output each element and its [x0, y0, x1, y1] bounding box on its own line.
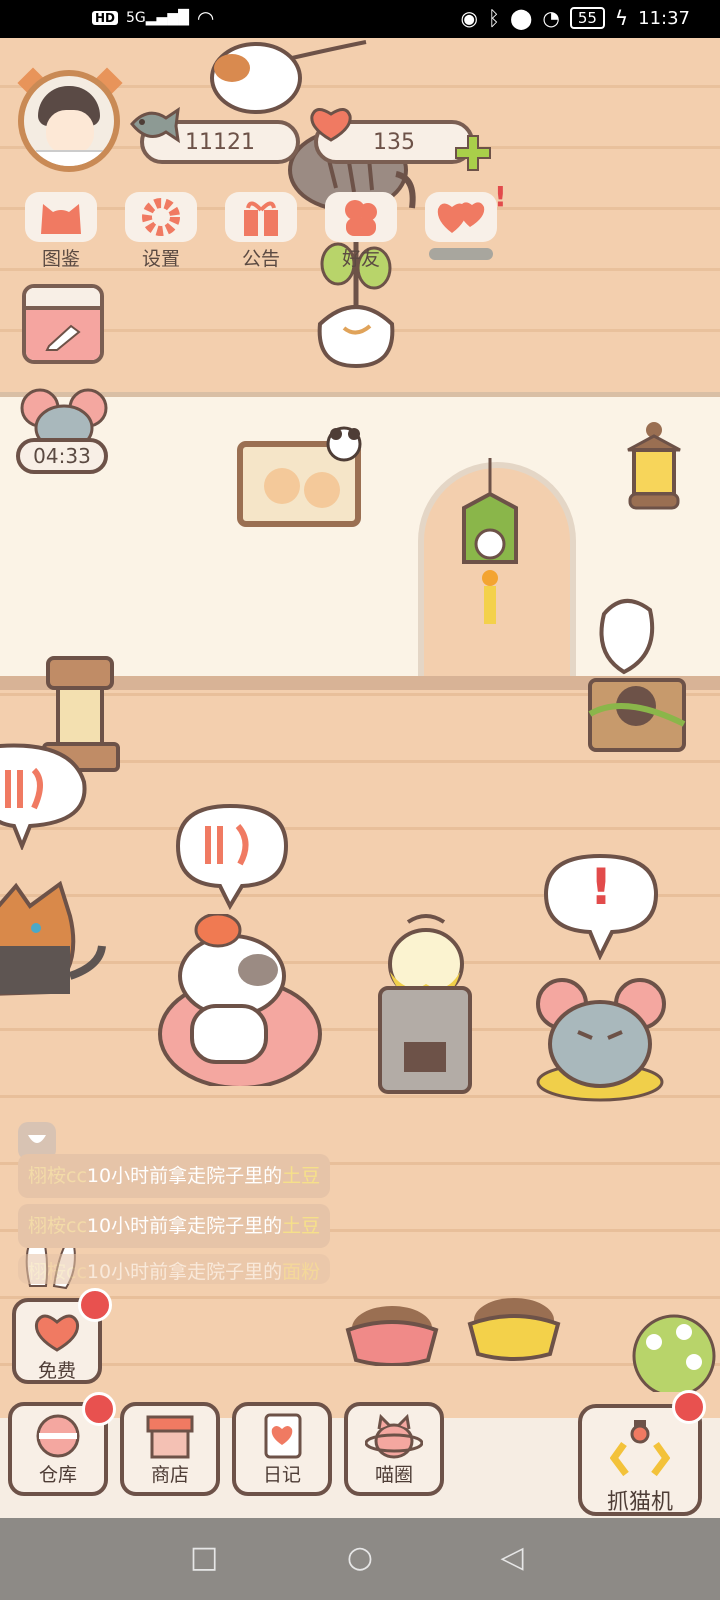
- chat-text: 10小时前拿走院子里的: [86, 1165, 283, 1187]
- wifi-icon: ◠: [196, 6, 215, 30]
- photo-frame[interactable]: [236, 424, 368, 528]
- planet-cat-icon: [364, 1412, 424, 1460]
- hearts-icon: [425, 192, 497, 242]
- food-bowl-yellow[interactable]: [466, 1294, 562, 1362]
- chevron-down-icon: [28, 1135, 46, 1143]
- calendar-button[interactable]: [22, 284, 104, 364]
- friends-icon: [325, 192, 397, 242]
- player-avatar[interactable]: [18, 70, 120, 172]
- system-nav-bar: □ ○ ◁: [0, 1518, 720, 1600]
- warehouse-label: 仓库: [38, 1464, 77, 1486]
- clock: 11:37: [638, 7, 690, 29]
- claw-notification-dot: [672, 1390, 706, 1424]
- avatar-face: [46, 110, 94, 154]
- food-speech-bubble-left[interactable]: [0, 742, 90, 850]
- home-circle-icon[interactable]: ○: [342, 1540, 378, 1576]
- warehouse-icon: [28, 1412, 88, 1460]
- cat-on-cushion-sprite[interactable]: [148, 914, 328, 1086]
- fish-icon: [130, 106, 180, 144]
- heart-token-icon: [310, 108, 352, 142]
- circle-label: 喵圈: [374, 1464, 413, 1486]
- heart-face-icon: [27, 1308, 87, 1356]
- food-bowl-red[interactable]: [344, 1300, 440, 1366]
- signal-icon: 5G▂▄▆█: [126, 10, 189, 26]
- teapot-stove[interactable]: [374, 912, 484, 1098]
- fish-count: 11121: [185, 129, 255, 155]
- diary-button[interactable]: 日记: [232, 1402, 332, 1496]
- hearts-progress-bar: [429, 248, 493, 260]
- chat-message: 栩桉cc10小时前拿走院子里的土豆: [18, 1154, 331, 1198]
- battery-indicator: 55: [569, 7, 605, 29]
- calendar-rings: [26, 288, 100, 310]
- chat-item: 土豆: [282, 1215, 321, 1237]
- chat-user: 栩桉cc: [28, 1165, 87, 1187]
- alert-exclamation: !: [589, 858, 613, 916]
- chat-message: 栩桉cc10小时前拿走院子里的土豆: [18, 1204, 331, 1248]
- circle-button[interactable]: 喵圈: [344, 1402, 444, 1496]
- hearts-alert-badge: !: [494, 180, 507, 213]
- flower-bush: [632, 1314, 716, 1392]
- chat-user: 栩桉cc: [28, 1261, 87, 1283]
- event-timer[interactable]: 04:33: [16, 438, 108, 474]
- hd-badge: HD: [92, 11, 119, 25]
- gear-icon: [125, 192, 197, 242]
- heart-count: 135: [373, 129, 415, 155]
- diary-icon: [252, 1412, 312, 1460]
- chat-user: 栩桉cc: [28, 1215, 87, 1237]
- status-bar: HD 5G▂▄▆█ ◠ ◉ ᛒ ⬤ ◔ 55 ϟ 11:37: [0, 0, 720, 38]
- settings-label: 设置: [141, 248, 180, 270]
- notice-label: 公告: [241, 248, 280, 270]
- diary-label: 日记: [262, 1464, 301, 1486]
- claw-machine-label: 抓猫机: [606, 1490, 673, 1515]
- shop-button[interactable]: 商店: [120, 1402, 220, 1496]
- chat-text: 10小时前拿走院子里的: [86, 1261, 283, 1283]
- charging-icon: ϟ: [614, 6, 629, 30]
- claw-icon: [582, 1416, 698, 1480]
- chat-text: 10小时前拿走院子里的: [86, 1215, 283, 1237]
- atlas-label: 图鉴: [41, 248, 80, 270]
- chat-item: 面粉: [282, 1261, 321, 1283]
- eye-icon: ◉: [460, 6, 478, 30]
- settings-button[interactable]: 设置: [118, 192, 204, 272]
- hanging-charm[interactable]: [456, 458, 526, 628]
- free-notification-dot: [78, 1288, 112, 1322]
- recent-apps-square-icon[interactable]: □: [186, 1540, 222, 1576]
- location-icon: ⬤: [509, 6, 533, 30]
- shop-label: 商店: [150, 1464, 189, 1486]
- shop-icon: [140, 1412, 200, 1460]
- record-player[interactable]: [584, 594, 694, 758]
- calico-cat-sprite[interactable]: [0, 876, 106, 1010]
- add-hearts-plus-icon[interactable]: [454, 134, 492, 172]
- cat-head-icon: [25, 192, 97, 242]
- back-triangle-icon[interactable]: ◁: [494, 1540, 530, 1576]
- chat-item: 土豆: [282, 1165, 321, 1187]
- warehouse-notification-dot: [82, 1392, 116, 1426]
- wall-lantern: [627, 422, 681, 510]
- bluetooth-icon: ᛒ: [487, 6, 500, 30]
- friends-button[interactable]: 好友: [318, 192, 404, 272]
- notice-button[interactable]: 公告: [218, 192, 304, 272]
- grumpy-mouse-sprite[interactable]: [536, 972, 668, 1102]
- free-label: 免费: [37, 1360, 76, 1382]
- friends-label: 好友: [341, 248, 380, 270]
- speed-icon: ◔: [542, 6, 560, 30]
- pencil-icon: [26, 310, 100, 360]
- chat-message: 栩桉cc10小时前拿走院子里的面粉: [18, 1254, 331, 1284]
- hearts-button[interactable]: [418, 192, 504, 272]
- food-speech-bubble[interactable]: [168, 802, 294, 912]
- atlas-button[interactable]: 图鉴: [18, 192, 104, 272]
- gift-icon: [225, 192, 297, 242]
